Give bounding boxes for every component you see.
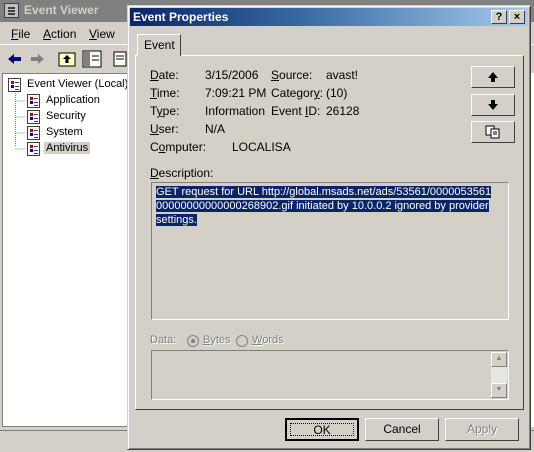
back-arrow-icon[interactable] [4, 49, 26, 69]
words-label: Words [252, 334, 284, 346]
type-value: Information [205, 104, 266, 118]
menu-file[interactable]: File [11, 27, 30, 41]
copy-icon [485, 125, 500, 139]
copy-button[interactable] [471, 121, 515, 143]
cancel-button[interactable]: Cancel [365, 418, 439, 441]
data-scrollbar[interactable]: ▲ ▼ [491, 352, 507, 398]
event-tab-panel: Date: 3/15/2006 Source: avast! Time: 7:0… [135, 55, 524, 410]
category-label: Category: [271, 86, 324, 100]
words-radio[interactable] [236, 335, 248, 347]
data-label: Data: [150, 334, 177, 346]
time-value: 7:09:21 PM [205, 86, 267, 100]
user-value: N/A [205, 122, 226, 136]
scroll-up-icon[interactable]: ▲ [491, 352, 507, 367]
description-textbox[interactable]: GET request for URL http://global.msads.… [151, 182, 509, 320]
event-log-icon [27, 142, 40, 156]
user-label: User: [150, 122, 179, 136]
computer-value: LOCALISA [232, 140, 291, 154]
previous-event-button[interactable] [471, 66, 515, 88]
event-log-icon [27, 126, 40, 140]
scroll-down-icon[interactable]: ▼ [491, 383, 507, 398]
source-value: avast! [326, 68, 359, 82]
bytes-radio[interactable] [187, 335, 199, 347]
apply-button[interactable]: Apply [445, 418, 519, 441]
menu-action[interactable]: Action [43, 27, 76, 41]
arrow-down-icon [488, 100, 498, 110]
menu-view[interactable]: View [89, 27, 115, 41]
show-hide-tree-icon[interactable] [81, 49, 103, 69]
category-value: (10) [326, 86, 348, 100]
event-viewer-app-icon [4, 3, 19, 18]
forward-arrow-icon[interactable] [26, 49, 48, 69]
next-event-button[interactable] [471, 94, 515, 116]
console-tree: Event Viewer (Local) Application Securit… [2, 73, 130, 427]
source-label: Source: [271, 68, 313, 82]
data-textbox[interactable]: ▲ ▼ [151, 350, 509, 400]
event-log-icon [27, 94, 40, 108]
close-button[interactable]: × [509, 10, 525, 24]
event-id-value: 26128 [326, 104, 360, 118]
up-folder-icon[interactable] [56, 49, 78, 69]
description-text[interactable]: GET request for URL http://global.msads.… [156, 186, 492, 226]
ok-button[interactable]: OK [285, 418, 359, 441]
date-value: 3/15/2006 [205, 68, 259, 82]
help-button[interactable]: ? [491, 10, 507, 24]
event-viewer-title: Event Viewer [24, 3, 99, 17]
event-id-label: Event ID: [271, 104, 321, 118]
bytes-label: Bytes [203, 334, 231, 346]
computer-label: Computer: [150, 140, 207, 154]
event-log-icon [27, 110, 40, 124]
event-properties-dialog: Event Properties ? × Event Date: 3/15/20… [127, 5, 531, 450]
date-label: Date: [150, 68, 179, 82]
dialog-titlebar[interactable]: Event Properties ? × [130, 8, 528, 26]
tab-event[interactable]: Event [137, 34, 181, 56]
description-label: Description: [150, 166, 214, 180]
time-label: Time: [150, 86, 180, 100]
type-label: Type: [150, 104, 180, 118]
dialog-title: Event Properties [133, 10, 229, 24]
arrow-up-icon [488, 72, 498, 82]
